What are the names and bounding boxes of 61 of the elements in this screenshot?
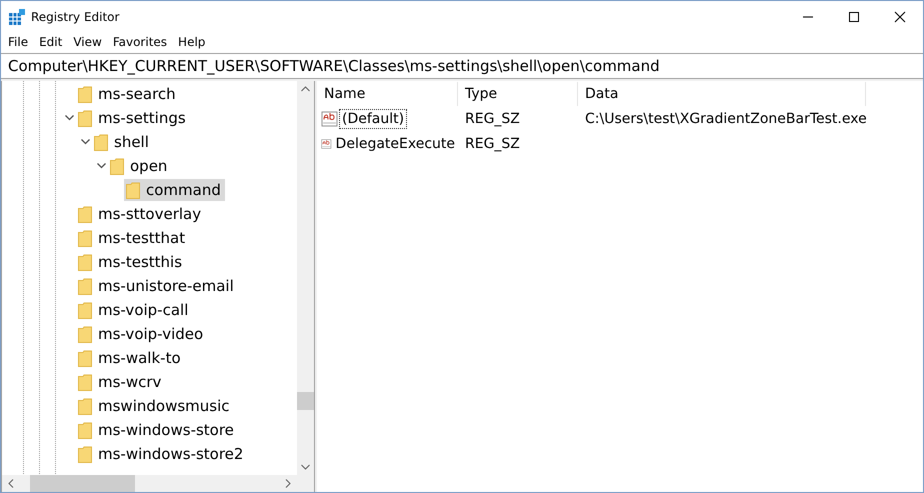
scroll-right-icon[interactable] [285, 479, 291, 488]
folder-icon [78, 230, 92, 246]
folder-icon [78, 206, 92, 222]
scroll-left-icon[interactable] [8, 479, 14, 488]
string-value-icon [321, 110, 338, 126]
collapse-chevron-icon[interactable] [64, 115, 74, 121]
tree-item[interactable]: ms-windows-store2 [76, 443, 248, 465]
menu-item[interactable]: View [68, 35, 108, 49]
collapse-chevron-icon[interactable] [80, 139, 90, 145]
folder-icon [94, 134, 108, 150]
tree-item[interactable]: shell [92, 131, 153, 153]
tree-item[interactable]: ms-sttoverlay [76, 203, 206, 225]
tree-item[interactable]: ms-voip-video [76, 323, 208, 345]
column-header[interactable]: Data [578, 82, 866, 106]
value-name[interactable]: (Default) [339, 108, 408, 128]
value-type: REG_SZ [464, 136, 521, 152]
tree-item[interactable]: ms-windows-store [76, 419, 238, 441]
menu-item[interactable]: File [3, 35, 34, 49]
tree-item[interactable]: mswindowsmusic [76, 395, 234, 417]
folder-icon [78, 110, 92, 126]
tree-item[interactable]: open [108, 155, 172, 177]
folder-icon [78, 398, 92, 414]
folder-icon [78, 374, 92, 390]
address-field[interactable]: Computer\HKEY_CURRENT_USER\SOFTWARE\Classes\ms-settings\shell\open\command [1, 53, 923, 79]
tree-item[interactable]: ms-testthat [76, 227, 190, 249]
folder-icon [78, 86, 92, 102]
folder-icon [126, 182, 140, 198]
tree-item[interactable]: command [124, 179, 225, 201]
tree-item[interactable]: ms-walk-to [76, 347, 185, 369]
tree-item[interactable]: ms-voip-call [76, 299, 192, 321]
value-name[interactable]: DelegateExecute [332, 134, 458, 154]
vertical-scrollbar[interactable] [297, 81, 314, 475]
close-icon[interactable] [894, 10, 906, 22]
folder-icon [78, 422, 92, 438]
tree-item[interactable]: ms-settings [76, 107, 190, 129]
tree-item[interactable]: ms-search [76, 83, 180, 105]
scroll-down-icon[interactable] [301, 464, 310, 470]
tree-item[interactable]: ms-unistore-email [76, 275, 238, 297]
tree-item[interactable]: ms-wcrv [76, 371, 166, 393]
folder-icon [78, 254, 92, 270]
column-header[interactable]: Name [317, 82, 458, 106]
folder-icon [78, 350, 92, 366]
window-title: Registry Editor [31, 10, 120, 24]
collapse-chevron-icon[interactable] [96, 163, 106, 169]
folder-icon [78, 446, 92, 462]
folder-icon [110, 158, 124, 174]
menu-item[interactable]: Favorites [108, 35, 174, 49]
value-type: REG_SZ [464, 110, 521, 126]
scrollbar-thumb[interactable] [30, 475, 135, 492]
menu-item[interactable]: Help [173, 35, 212, 49]
menu-item[interactable]: Edit [34, 35, 68, 49]
registry-icon [9, 8, 25, 24]
folder-icon [78, 278, 92, 294]
maximize-icon[interactable] [848, 10, 860, 22]
tree-item[interactable]: ms-testthis [76, 251, 186, 273]
folder-icon [78, 326, 92, 342]
column-header[interactable]: Type [458, 82, 578, 106]
folder-icon [78, 302, 92, 318]
scrollbar-thumb[interactable] [297, 392, 314, 410]
scroll-up-icon[interactable] [301, 86, 310, 92]
value-data: C:\Users\test\XGradientZoneBarTest.exe [584, 110, 866, 126]
